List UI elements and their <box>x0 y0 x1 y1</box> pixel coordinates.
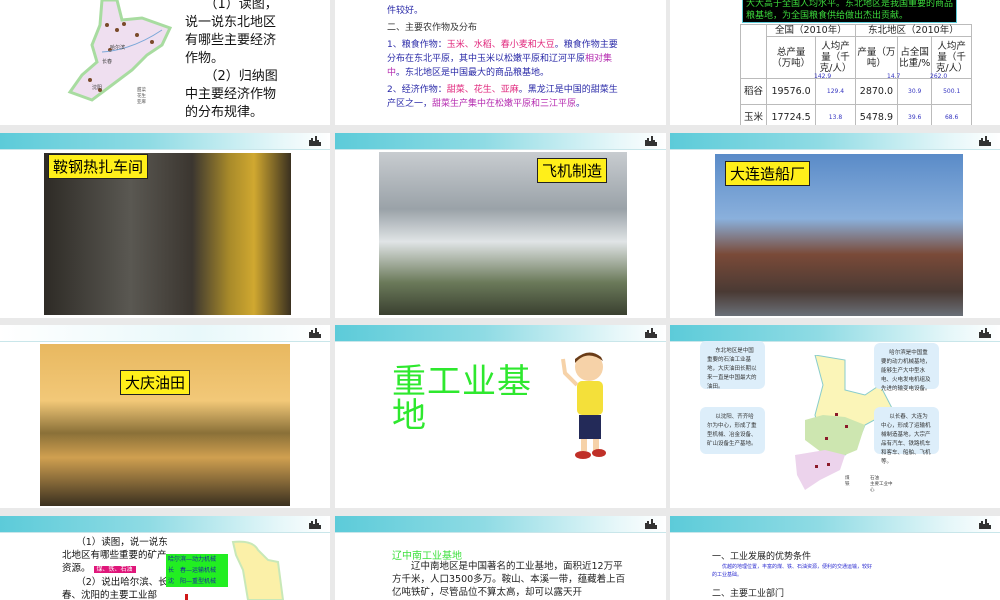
callout-changchun: 以长春、大连为中心，形成了运输机械制造基地，大宗产品有汽车、铁路机车和客车、船舶… <box>874 407 939 465</box>
answer-box: 哈尔滨—动力机械长 春—运输机械沈 阳—重型机械 <box>166 554 228 587</box>
slide-title: 重工业基地 <box>392 362 532 436</box>
slide-thumbnail-9[interactable]: 东北地区是中国重要的石油工业基地，大庆油田长期以来一直是中国最大的油田。 哈尔滨… <box>670 325 1000 508</box>
question-text: （1）读图，说一说东北地区有哪些主要经济作物。 （2）归纳图中主要经济作物的分布… <box>185 0 278 120</box>
section-heading-2: 二、主要工业部门 <box>712 589 785 599</box>
paragraph-cash-crops: 2、经济作物：甜菜、花生、亚麻。黑龙江是中国的甜菜生产区之一，甜菜生产集中在松嫩… <box>387 85 618 109</box>
slide-thumbnail-2[interactable]: 件较好。 二、主要农作物及分布 1、粮食作物：玉米、水稻、春小麦和大豆。粮食作物… <box>335 0 666 125</box>
slide-thumbnail-3[interactable]: 大大高于全国人均水平。东北地区是我国重要的商品粮基地，为全国粮食供给做出杰出贡献… <box>670 0 1000 125</box>
section-heading-1: 一、工业发展的优势条件 <box>712 552 812 562</box>
paragraph-grain: 1、粮食作物：玉米、水稻、春小麦和大豆。粮食作物主要分布在东北平原，其中玉米以松… <box>387 40 618 78</box>
slide-header-band <box>670 325 1000 342</box>
body-text: 辽中南地区是中国著名的工业基地，面积近12万平方千米，人口3500多万。鞍山、本… <box>392 561 626 598</box>
building-icon <box>645 519 657 529</box>
table-row: 玉米 17724.5 13.8 5478.9 39.6 68.6 <box>740 104 972 125</box>
slide-header-band <box>0 325 330 342</box>
slide-header-band <box>335 325 666 342</box>
northeast-map <box>228 540 288 600</box>
slide-thumbnail-11[interactable]: 辽中南工业基地 辽中南地区是中国著名的工业基地，面积近12万平方千米，人口350… <box>335 516 666 600</box>
map-label-changchun: 长春 <box>102 59 113 65</box>
building-icon <box>979 328 991 338</box>
slide-thumbnail-12[interactable]: 一、工业发展的优势条件 优越的地理位置，丰富的煤、铁、石油资源，便利的交通运输，… <box>670 516 1000 600</box>
answer-highlight: 煤、铁、石油 <box>93 566 136 573</box>
callout-shenyang: 以沈阳、齐齐哈尔为中心，形成了重型机械、冶金设备、矿山设备生产基地。 <box>700 407 765 454</box>
slide-thumbnail-10[interactable]: （1）读图，说一说东北地区有哪些重要的矿产资源。 煤、铁、石油 （2）说出哈尔滨… <box>0 516 330 600</box>
building-icon <box>979 136 991 146</box>
slide-thumbnail-6[interactable]: 大连造船厂 <box>670 133 1000 318</box>
table-row: 稻谷 19576.0 129.4 2870.0 30.9 500.1 <box>740 78 972 105</box>
slide-thumbnail-8[interactable]: 重工业基地 <box>335 325 666 508</box>
map-legend: 煤石油铁主要工业中心 <box>845 476 893 493</box>
building-icon <box>309 136 321 146</box>
crop-map: 哈尔滨 长春 沈阳 甜菜 花生 亚麻 <box>62 0 177 110</box>
map-label-harbin: 哈尔滨 <box>110 45 126 51</box>
slide-header-band <box>0 516 330 533</box>
callout-harbin: 哈尔滨是中国重要的动力机械基地，能够生产大中型水电、火电发电机组及先进的输变电设… <box>874 343 939 392</box>
building-icon <box>309 328 321 338</box>
slide-header-band <box>670 516 1000 533</box>
photo-caption: 大连造船厂 <box>725 161 811 186</box>
slide-header-band <box>335 133 666 150</box>
note-box: 大大高于全国人均水平。东北地区是我国重要的商品粮基地，为全国粮食供给做出杰出贡献… <box>742 0 957 23</box>
building-icon <box>645 136 657 146</box>
map-legend: 甜菜 花生 亚麻 <box>137 88 146 105</box>
red-arrow <box>185 594 188 600</box>
slide-header-band <box>670 133 1000 150</box>
photo-caption: 大庆油田 <box>120 370 191 395</box>
slide-thumbnail-7[interactable]: 大庆油田 <box>0 325 330 508</box>
question-text: （1）读图，说一说东北地区有哪些重要的矿产资源。 煤、铁、石油 （2）说出哈尔滨… <box>62 537 168 600</box>
section-heading: 二、主要农作物及分布 <box>387 23 478 33</box>
building-icon <box>979 519 991 529</box>
slide-header-band <box>0 133 330 150</box>
callout-oil: 东北地区是中国重要的石油工业基地，大庆油田长期以来一直是中国最大的油田。 <box>700 341 765 390</box>
detail-text: 优越的地理位置，丰富的煤、铁、石油资源，便利的交通运输，较好的工业基础。 <box>712 564 873 578</box>
cartoon-boy-image <box>557 349 617 464</box>
building-icon <box>309 519 321 529</box>
crops-text: 件较好。 二、主要农作物及分布 1、粮食作物：玉米、水稻、春小麦和大豆。粮食作物… <box>387 4 622 111</box>
building-icon <box>645 328 657 338</box>
oilfield-photo <box>40 344 290 506</box>
slide-thumbnail-1[interactable]: 哈尔滨 长春 沈阳 甜菜 花生 亚麻 （1）读图，说一说东北地区有哪些主要经济作物。… <box>0 0 330 125</box>
slide-thumbnail-5[interactable]: 飞机制造 <box>335 133 666 318</box>
slide-thumbnail-4[interactable]: 鞍钢热扎车间 <box>0 133 330 318</box>
map-label-shenyang: 沈阳 <box>92 85 103 91</box>
photo-caption: 鞍钢热扎车间 <box>48 154 149 179</box>
slide-header-band <box>335 516 666 533</box>
photo-caption: 飞机制造 <box>537 158 608 183</box>
